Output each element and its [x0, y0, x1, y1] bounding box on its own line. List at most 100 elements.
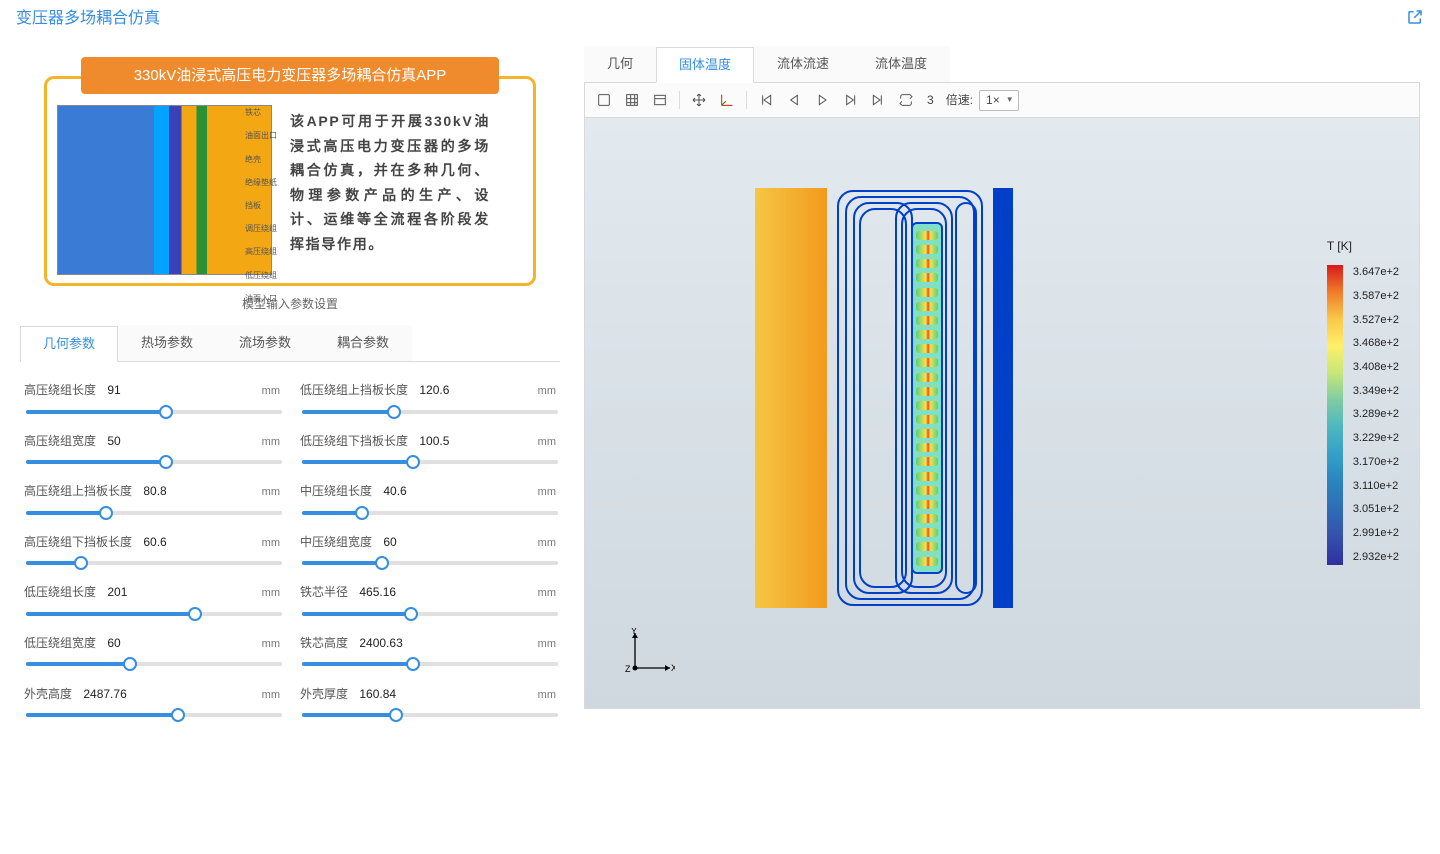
param: 低压绕组长度 201mm [24, 584, 280, 621]
param-value: 120.6 [419, 383, 449, 397]
param-value: 91 [107, 383, 120, 397]
svg-text:Z: Z [625, 664, 631, 674]
legend-tick: 3.408e+2 [1353, 360, 1399, 375]
param-name: 低压绕组宽度 [24, 636, 96, 650]
param-slider[interactable] [26, 561, 282, 565]
param-unit: mm [262, 637, 280, 652]
legend-tick: 3.587e+2 [1353, 289, 1399, 304]
param-tab[interactable]: 热场参数 [118, 325, 216, 361]
separator [679, 91, 680, 109]
param-name: 外壳高度 [24, 687, 72, 701]
param-slider[interactable] [26, 713, 282, 717]
param-name: 低压绕组上挡板长度 [300, 383, 408, 397]
color-legend: T [K] 3.647e+2 3.587e+2 3.527e+2 3.468e+2 3.… [1327, 238, 1399, 565]
intro-label: 挡板 [245, 200, 277, 211]
param-slider[interactable] [26, 612, 282, 616]
axes-icon[interactable] [716, 89, 738, 111]
play-icon[interactable] [811, 89, 833, 111]
intro-label: 绝壳 [245, 154, 277, 165]
intro-label: 高压绕组 [245, 246, 277, 257]
param-unit: mm [538, 435, 556, 450]
param-value: 160.84 [359, 687, 396, 701]
param-name: 中压绕组宽度 [300, 535, 372, 549]
param-value: 60 [107, 636, 120, 650]
param: 外壳厚度 160.84mm [300, 686, 556, 723]
move-icon[interactable] [688, 89, 710, 111]
model-graphic [755, 188, 1013, 608]
param-slider[interactable] [302, 460, 558, 464]
legend-tick: 3.527e+2 [1353, 313, 1399, 328]
param-slider[interactable] [302, 561, 558, 565]
speed-select[interactable]: 1× [979, 90, 1019, 111]
param-slider[interactable] [26, 410, 282, 414]
intro-schematic: 铁芯油面出口绝壳绝缘垫纸挡板调压绕组高压绕组低压绕组油面入口 [57, 105, 272, 275]
params-panel: 高压绕组长度 91mm 低压绕组上挡板长度 120.6mm 高压绕组宽度 50m… [20, 362, 560, 732]
param-slider[interactable] [26, 460, 282, 464]
legend-tick: 3.647e+2 [1353, 265, 1399, 280]
param-unit: mm [538, 637, 556, 652]
loop-icon[interactable] [895, 89, 917, 111]
intro-card: 330kV油浸式高压电力变压器多场耦合仿真APP 铁芯油面出口绝壳绝缘垫纸挡板调… [44, 76, 536, 286]
table-icon[interactable] [649, 89, 671, 111]
legend-colorbar [1327, 265, 1343, 565]
legend-title: T [K] [1327, 238, 1399, 255]
param: 高压绕组宽度 50mm [24, 433, 280, 470]
open-external-icon[interactable] [1406, 8, 1424, 31]
param-value: 50 [107, 434, 120, 448]
param-value: 201 [107, 585, 127, 599]
param-slider[interactable] [302, 713, 558, 717]
param-slider[interactable] [302, 511, 558, 515]
param-slider[interactable] [26, 511, 282, 515]
next-frame-icon[interactable] [839, 89, 861, 111]
param-name: 低压绕组下挡板长度 [300, 434, 408, 448]
viz-tab[interactable]: 流体流速 [754, 46, 852, 82]
param-slider[interactable] [302, 410, 558, 414]
param-tab[interactable]: 几何参数 [20, 326, 118, 362]
param: 低压绕组宽度 60 mm [24, 635, 280, 672]
viz-tab[interactable]: 几何 [584, 46, 656, 82]
viz-tab[interactable]: 流体温度 [852, 46, 950, 82]
model-right-column [993, 188, 1013, 608]
svg-text:Y: Y [631, 628, 637, 636]
legend-tick: 3.468e+2 [1353, 336, 1399, 351]
param-tab[interactable]: 耦合参数 [314, 325, 412, 361]
speed-label: 倍速: [946, 92, 973, 109]
param-value: 80.8 [143, 484, 166, 498]
viz-tab[interactable]: 固体温度 [656, 47, 754, 83]
param: 铁芯高度 2400.63mm [300, 635, 556, 672]
param-unit: mm [262, 536, 280, 551]
intro-label: 油面入口 [245, 293, 277, 304]
param-name: 高压绕组上挡板长度 [24, 484, 132, 498]
grid-icon[interactable] [621, 89, 643, 111]
param-value: 40.6 [383, 484, 406, 498]
param-slider[interactable] [302, 612, 558, 616]
legend-tick: 3.229e+2 [1353, 431, 1399, 446]
last-frame-icon[interactable] [867, 89, 889, 111]
legend-tick: 2.932e+2 [1353, 550, 1399, 565]
param: 中压绕组长度 40.6mm [300, 483, 556, 520]
param-name: 高压绕组宽度 [24, 434, 96, 448]
param-value: 60 [383, 535, 396, 549]
intro-text: 该APP可用于开展330kV油浸式高压电力变压器的多场耦合仿真，并在多种几何、物… [290, 109, 490, 256]
param-value: 2400.63 [359, 636, 402, 650]
reset-view-icon[interactable] [593, 89, 615, 111]
intro-label: 低压绕组 [245, 270, 277, 281]
param-slider[interactable] [302, 662, 558, 666]
viz-stage[interactable]: X Y Z T [K] 3.647e+2 3.587e+2 3.527e+2 3.46… [585, 118, 1419, 708]
param-unit: mm [262, 485, 280, 500]
viz-toolbar: 3 倍速: 1× [585, 83, 1419, 118]
prev-frame-icon[interactable] [783, 89, 805, 111]
param: 高压绕组下挡板长度 60.6mm [24, 534, 280, 571]
model-windings [835, 188, 985, 608]
param-tab[interactable]: 流场参数 [216, 325, 314, 361]
param-value: 100.5 [419, 434, 449, 448]
legend-tick: 2.991e+2 [1353, 526, 1399, 541]
param: 中压绕组宽度 60mm [300, 534, 556, 571]
axis-gizmo: X Y Z [625, 628, 675, 678]
intro-title: 330kV油浸式高压电力变压器多场耦合仿真APP [81, 57, 499, 94]
param-slider[interactable] [26, 662, 282, 666]
param-name: 外壳厚度 [300, 687, 348, 701]
legend-tick: 3.051e+2 [1353, 502, 1399, 517]
first-frame-icon[interactable] [755, 89, 777, 111]
param: 低压绕组下挡板长度 100.5 mm [300, 433, 556, 470]
